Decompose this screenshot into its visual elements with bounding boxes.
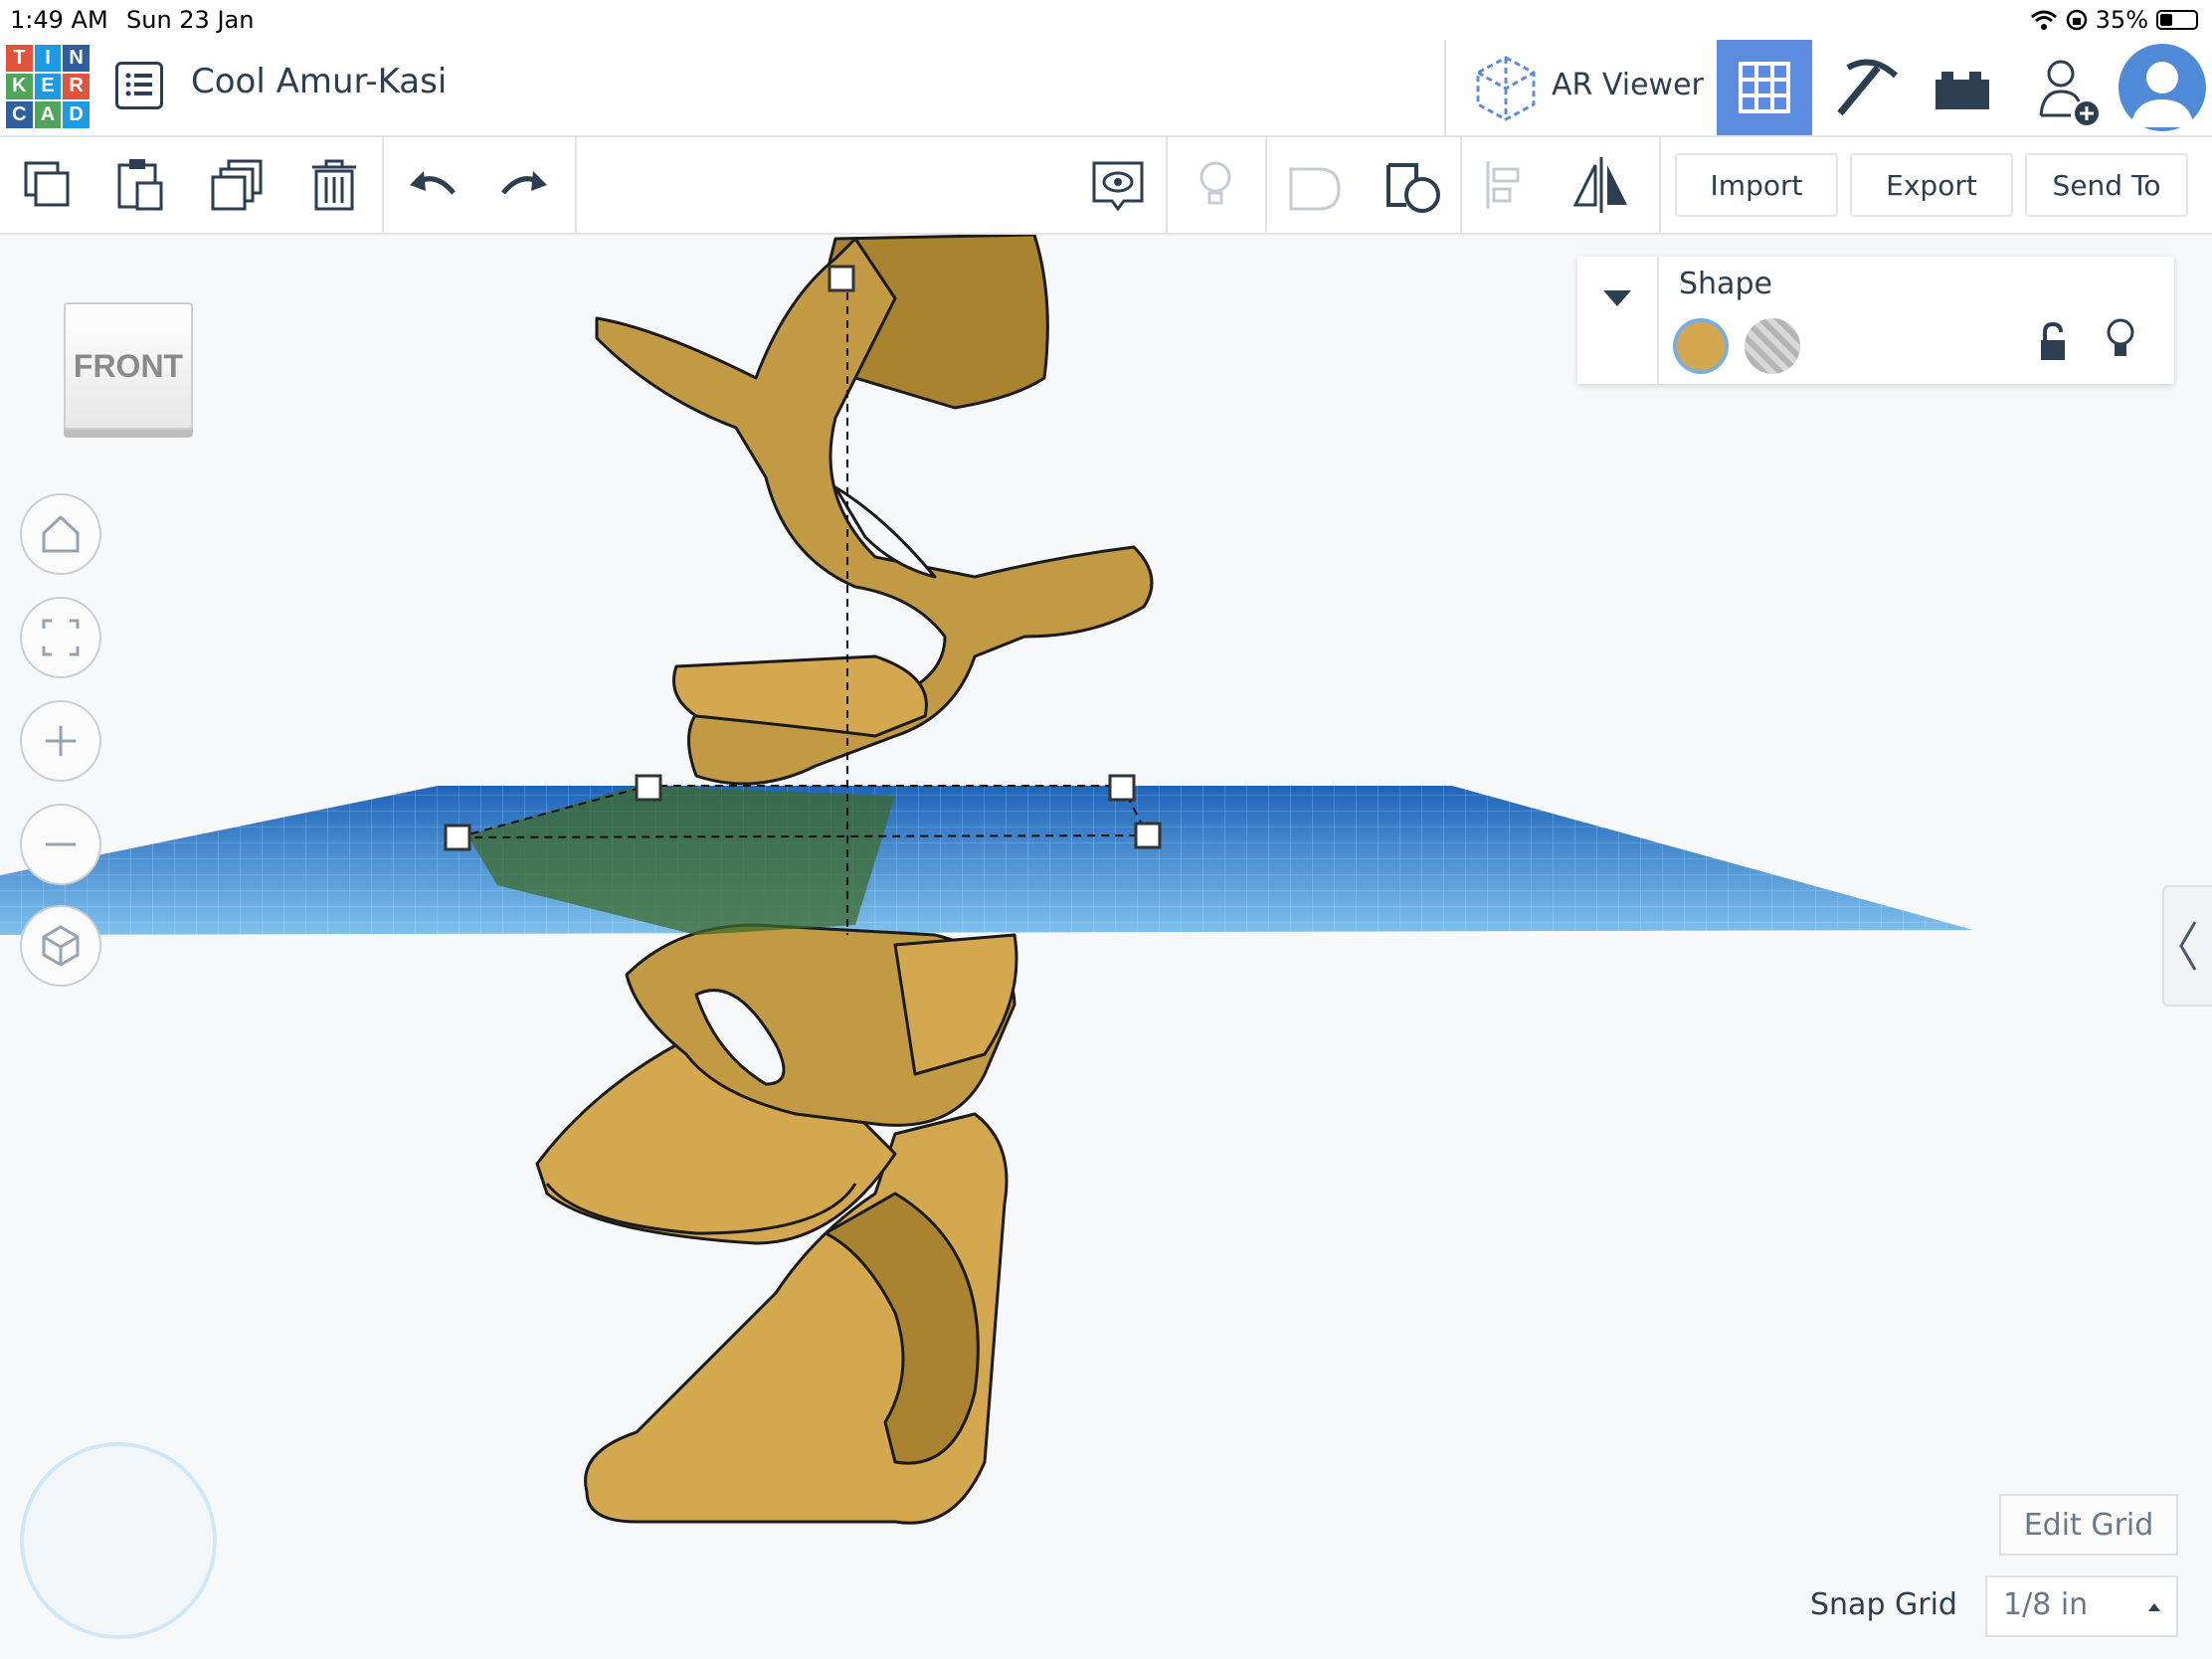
home-view-button[interactable] [20, 493, 101, 575]
fit-view-button[interactable] [20, 597, 101, 678]
design-title[interactable]: Cool Amur-Kasi [191, 62, 447, 101]
logo-letter: C [6, 101, 33, 128]
paste-icon[interactable] [103, 149, 175, 221]
toolbar-divider [1265, 137, 1267, 233]
undo-icon[interactable] [396, 149, 467, 221]
zoom-in-button[interactable] [20, 700, 101, 782]
grid-icon [1739, 62, 1790, 113]
plus-icon [46, 726, 76, 756]
collapse-panel-icon[interactable] [1599, 286, 1635, 310]
design-list-icon[interactable] [115, 62, 163, 109]
import-button[interactable]: Import [1675, 153, 1838, 217]
status-date: Sun 23 Jan [126, 6, 255, 34]
toolbar-divider [1460, 137, 1462, 233]
orientation-lock-icon [2066, 9, 2087, 31]
visibility-bulb-icon[interactable] [2103, 316, 2138, 364]
logo-letter: T [6, 45, 33, 72]
snap-grid-select[interactable]: 1/8 in [1985, 1575, 2178, 1637]
logo-letter: K [6, 73, 33, 100]
logo-letter: A [34, 101, 62, 128]
logo-letter: D [63, 101, 90, 128]
notes-icon[interactable] [1082, 149, 1154, 221]
orbit-joystick[interactable] [20, 1442, 217, 1639]
bricks-button[interactable] [1914, 40, 2009, 135]
caret-up-icon [2148, 1603, 2160, 1611]
export-button[interactable]: Export [1850, 153, 2013, 217]
tinkercad-logo[interactable]: T I N K E R C A D [6, 45, 90, 128]
toolbar-divider [1659, 137, 1661, 233]
ar-viewer-label: AR Viewer [1552, 68, 1704, 102]
wifi-icon [2030, 10, 2057, 30]
solid-color-swatch[interactable] [1673, 318, 1729, 374]
pickaxe-icon [1837, 59, 1899, 116]
collapse-sidebar-button[interactable] [2162, 885, 2212, 1007]
edit-grid-button[interactable]: Edit Grid [1999, 1494, 2178, 1556]
align-icon [1486, 161, 1520, 209]
hole-swatch[interactable] [1745, 318, 1800, 374]
3d-shape-object[interactable] [535, 923, 1018, 1525]
logo-letter: I [34, 45, 62, 72]
toolbar-divider [382, 137, 384, 233]
zoom-out-button[interactable] [20, 804, 101, 885]
workplane-viewport[interactable] [0, 235, 2212, 1659]
cube-icon [42, 925, 80, 967]
mirror-icon[interactable] [1566, 149, 1637, 221]
ar-cube-icon [1476, 56, 1536, 121]
battery-icon [2156, 10, 2198, 30]
status-right: 35% [2030, 6, 2198, 34]
logo-letter: R [63, 73, 90, 100]
solid-shape-icon[interactable] [1377, 149, 1448, 221]
minus-icon [46, 842, 76, 846]
lightbulb-icon [1199, 161, 1231, 205]
snap-grid-value: 1/8 in [2003, 1587, 2089, 1622]
logo-letter: E [34, 73, 62, 100]
chevron-left-icon [2179, 921, 2197, 971]
battery-percent: 35% [2095, 6, 2148, 34]
toolbar-divider [575, 137, 577, 233]
brick-icon [1936, 72, 1989, 109]
workplane-grid [0, 786, 1973, 935]
shape-panel-title: Shape [1679, 267, 1772, 301]
add-user-icon [2039, 60, 2099, 125]
view-cube[interactable]: FRONT [64, 302, 193, 430]
status-bar: 1:49 AM Sun 23 Jan 35% [0, 0, 2212, 40]
trash-icon[interactable] [298, 149, 370, 221]
toolbar-divider [1166, 137, 1168, 233]
panel-divider [1657, 257, 1659, 384]
profile-icon [2130, 62, 2194, 127]
3d-design-view-button[interactable] [1717, 40, 1812, 135]
codeblocks-button[interactable] [1818, 40, 1914, 135]
user-avatar[interactable] [2119, 44, 2206, 131]
snap-grid-label: Snap Grid [1810, 1587, 1957, 1622]
send-to-button[interactable]: Send To [2025, 153, 2188, 217]
copy-icon[interactable] [12, 149, 84, 221]
shape-inspector-panel [1577, 257, 2174, 384]
3d-shape-upper[interactable] [595, 235, 1154, 786]
fit-icon [42, 619, 80, 656]
perspective-button[interactable] [20, 905, 101, 987]
hole-shape-icon [1289, 167, 1341, 211]
home-icon [42, 514, 80, 553]
invite-user-button[interactable] [2019, 40, 2115, 135]
unlock-icon[interactable] [2035, 320, 2071, 364]
redo-icon[interactable] [489, 149, 561, 221]
status-time: 1:49 AM [10, 6, 108, 34]
logo-letter: N [63, 45, 90, 72]
duplicate-icon[interactable] [201, 149, 273, 221]
